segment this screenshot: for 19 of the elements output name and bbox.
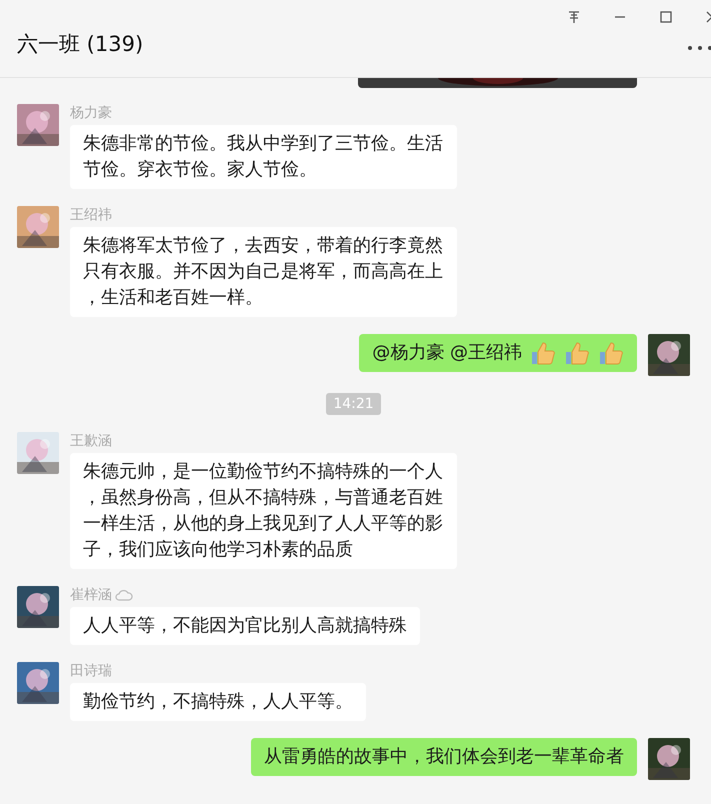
thumbs-up-icon — [598, 341, 624, 365]
more-icon — [687, 45, 711, 51]
message-bubble: 朱德将军太节俭了，去西安，带着的行李竟然只有衣服。并不因为自己是将军，而高高在上，生活和老百姓一样。 — [70, 227, 457, 317]
message-bubble: 朱德元帅，是一位勤俭节约不搞特殊的一个人，虽然身份高，但从不搞特殊，与普通老百姓一样生活，从他的身上我见到了人人平等的影子，我们应该向他学习朴素的品质 — [70, 453, 457, 569]
message-bubble: 人人平等，不能因为官比别人高就搞特殊 — [70, 607, 420, 645]
message-bubble: @杨力豪 @王绍祎 — [359, 334, 637, 372]
sender-name: 杨力豪 — [70, 104, 112, 122]
thumbs-up-icon — [530, 341, 556, 365]
sender-name: 王绍祎 — [70, 206, 112, 224]
message-bubble: 从雷勇皓的故事中，我们体会到老一辈革命者 — [251, 738, 637, 776]
thumbs-up-icon — [564, 341, 590, 365]
pin-icon — [567, 10, 581, 24]
maximize-icon — [660, 11, 672, 23]
message-bubble: 勤俭节约，不搞特殊，人人平等。 — [70, 683, 366, 721]
chat-title: 六一班 (139) — [17, 31, 144, 58]
sender-name: 田诗瑞 — [70, 662, 112, 680]
message-bubble: 朱德非常的节俭。我从中学到了三节俭。生活节俭。穿衣节俭。家人节俭。 — [70, 125, 457, 189]
sender-name: 王歉涵 — [70, 432, 112, 450]
sender-name: 崔梓涵 — [70, 586, 112, 604]
